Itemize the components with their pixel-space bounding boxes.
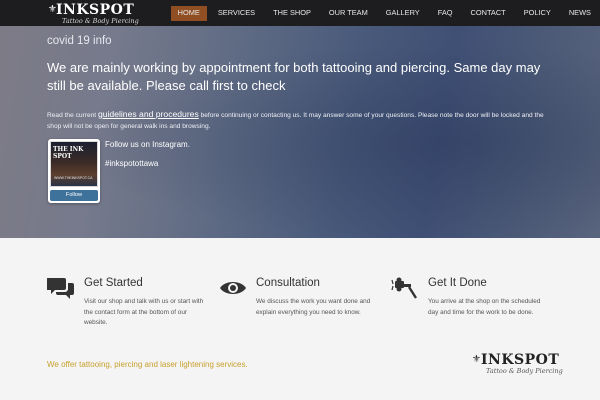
feature-title: Consultation: [256, 277, 320, 289]
main-nav: HOME SERVICES THE SHOP OUR TEAM GALLERY …: [169, 0, 600, 26]
feature-description: You arrive at the shop on the scheduled …: [428, 298, 541, 316]
nav-services[interactable]: SERVICES: [209, 0, 264, 26]
top-navigation-bar: ⚜ INKSPOT Tattoo & Body Piercing HOME SE…: [0, 0, 600, 26]
hero-lead-text: We are mainly working by appointment for…: [47, 60, 541, 93]
instagram-widget[interactable]: THE INK SPOT WWW.THEINKSPOT.CA Follow: [48, 139, 100, 203]
nav-policy[interactable]: POLICY: [515, 0, 560, 26]
services-note: We offer tattooing, piercing and laser l…: [47, 360, 248, 369]
instagram-follow-button[interactable]: Follow: [50, 190, 98, 201]
fleur-de-lis-icon: ⚜: [472, 354, 481, 365]
nav-contact[interactable]: CONTACT: [462, 0, 515, 26]
nav-faq[interactable]: FAQ: [429, 0, 462, 26]
footer-logo-text: INKSPOT: [481, 352, 560, 368]
instagram-photo[interactable]: THE INK SPOT WWW.THEINKSPOT.CA: [50, 141, 98, 187]
hero-body-text: Read the current guidelines and procedur…: [47, 109, 544, 130]
nav-the-shop[interactable]: THE SHOP: [264, 0, 320, 26]
feature-description: Visit our shop and talk with us or start…: [84, 298, 204, 326]
feature-title: Get Started: [84, 277, 143, 289]
instagram-hashtag: #inkspotottawa: [105, 159, 159, 168]
guidelines-link[interactable]: guidelines and procedures: [98, 109, 199, 119]
nav-home[interactable]: HOME: [169, 0, 209, 26]
hero-title: covid 19 info: [47, 35, 112, 47]
footer-logo-subtext: Tattoo & Body Piercing: [486, 367, 563, 375]
instagram-follow-text: Follow us on Instagram.: [105, 140, 190, 149]
eye-icon: [220, 282, 246, 294]
hero-section: covid 19 info We are mainly working by a…: [0, 26, 600, 238]
feature-description: We discuss the work you want done and ex…: [256, 298, 371, 316]
logo-text: INKSPOT: [56, 2, 135, 18]
chat-bubbles-icon: [47, 278, 74, 299]
nav-news[interactable]: NEWS: [560, 0, 600, 26]
nav-gallery[interactable]: GALLERY: [377, 0, 429, 26]
nav-our-team[interactable]: OUR TEAM: [320, 0, 377, 26]
tattoo-machine-icon: [391, 277, 418, 299]
feature-title: Get It Done: [428, 277, 487, 289]
footer-logo[interactable]: ⚜ INKSPOT Tattoo & Body Piercing: [472, 352, 563, 376]
logo-subtext: Tattoo & Body Piercing: [62, 17, 139, 25]
site-logo[interactable]: ⚜ INKSPOT Tattoo & Body Piercing: [48, 2, 139, 26]
